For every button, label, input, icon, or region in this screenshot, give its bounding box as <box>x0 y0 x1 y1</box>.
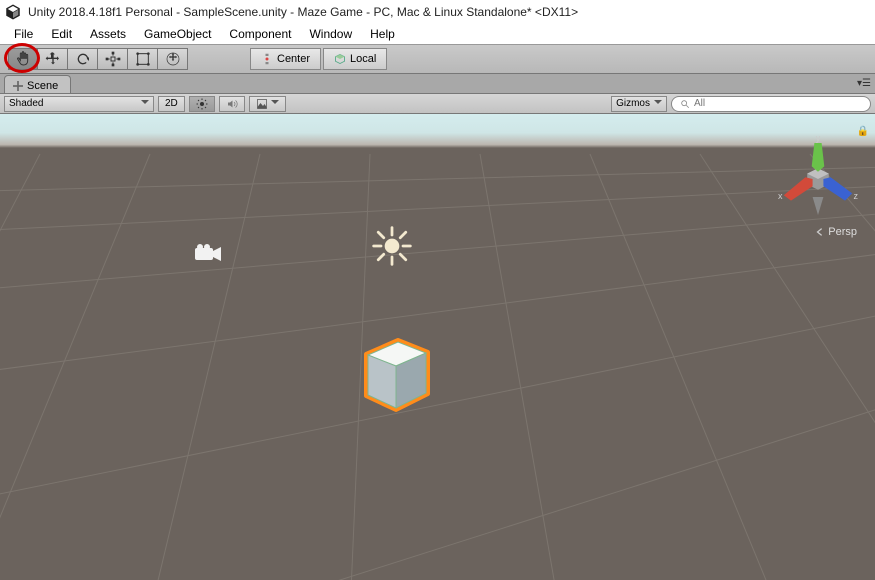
orientation-gizmo[interactable]: y x z <box>773 134 863 227</box>
rotate-icon <box>75 51 91 67</box>
local-label: Local <box>350 53 376 65</box>
selected-cube-object[interactable] <box>358 334 436 419</box>
rect-tool-button[interactable] <box>128 48 158 70</box>
axis-y-label: y <box>816 134 821 143</box>
directional-light-gizmo[interactable] <box>370 224 414 271</box>
scale-icon <box>105 51 121 67</box>
window-title: Unity 2018.4.18f1 Personal - SampleScene… <box>28 5 578 19</box>
axis-z-label: z <box>854 191 859 201</box>
axis-x-label: x <box>778 191 783 201</box>
hand-tool-button[interactable] <box>8 48 38 70</box>
scene-tab-icon <box>13 81 23 91</box>
menu-help[interactable]: Help <box>362 25 403 43</box>
menu-assets[interactable]: Assets <box>82 25 134 43</box>
shading-mode-dropdown[interactable]: Shaded <box>4 96 154 112</box>
scene-viewport[interactable]: y x z 🔒 Persp <box>0 114 875 580</box>
scene-control-bar: Shaded 2D Gizmos <box>0 94 875 114</box>
tab-bar: Scene ▾☰ <box>0 74 875 94</box>
search-input[interactable] <box>694 98 862 109</box>
effects-dropdown-button[interactable] <box>249 96 286 112</box>
camera-gizmo[interactable] <box>195 244 223 267</box>
menu-file[interactable]: File <box>6 25 41 43</box>
menu-gameobject[interactable]: GameObject <box>136 25 219 43</box>
toolbar: Center Local <box>0 44 875 74</box>
rect-icon <box>135 51 151 67</box>
unity-logo-icon <box>4 3 22 21</box>
move-tool-button[interactable] <box>38 48 68 70</box>
title-bar: Unity 2018.4.18f1 Personal - SampleScene… <box>0 0 875 24</box>
mode-2d-label: 2D <box>165 98 178 109</box>
scene-tab-label: Scene <box>27 80 58 92</box>
hand-icon <box>15 51 31 67</box>
gizmos-label: Gizmos <box>616 98 650 109</box>
tab-scene[interactable]: Scene <box>4 75 71 93</box>
move-icon <box>45 51 61 67</box>
chevron-down-icon <box>271 97 279 111</box>
transform-tool-group <box>8 48 188 70</box>
local-icon <box>334 53 346 65</box>
audio-toggle-button[interactable] <box>219 96 245 112</box>
center-label: Center <box>277 53 310 65</box>
combined-transform-icon <box>165 51 181 67</box>
transform-tool-button[interactable] <box>158 48 188 70</box>
persp-arrow-icon <box>815 227 825 237</box>
chevron-down-icon <box>654 97 662 111</box>
scene-grid <box>0 114 875 580</box>
pivot-local-button[interactable]: Local <box>323 48 387 70</box>
menu-edit[interactable]: Edit <box>43 25 80 43</box>
gizmos-dropdown[interactable]: Gizmos <box>611 96 667 112</box>
menu-bar: File Edit Assets GameObject Component Wi… <box>0 24 875 44</box>
chevron-down-icon <box>141 97 149 111</box>
scene-search[interactable] <box>671 96 871 112</box>
mode-2d-button[interactable]: 2D <box>158 96 185 112</box>
menu-component[interactable]: Component <box>221 25 299 43</box>
center-icon <box>261 53 273 65</box>
tab-menu-icon[interactable]: ▾☰ <box>857 78 871 89</box>
search-icon <box>680 99 690 109</box>
pivot-handle-group: Center Local <box>250 48 387 70</box>
audio-icon <box>226 98 238 110</box>
projection-mode-label[interactable]: Persp <box>815 226 857 238</box>
menu-window[interactable]: Window <box>301 25 360 43</box>
shading-mode-label: Shaded <box>9 98 43 109</box>
sun-icon <box>196 98 208 110</box>
image-icon <box>256 98 268 110</box>
scale-tool-button[interactable] <box>98 48 128 70</box>
rotate-tool-button[interactable] <box>68 48 98 70</box>
lighting-toggle-button[interactable] <box>189 96 215 112</box>
pivot-center-button[interactable]: Center <box>250 48 321 70</box>
gizmo-lock-icon[interactable]: 🔒 <box>857 126 869 137</box>
